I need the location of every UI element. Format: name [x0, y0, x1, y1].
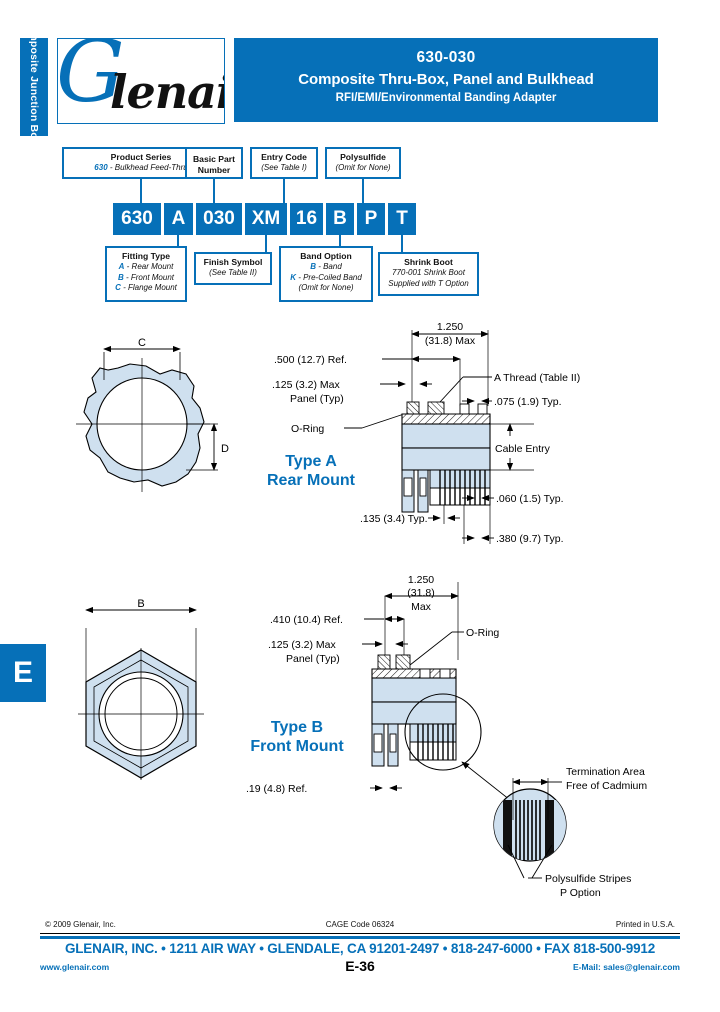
- dim-overall-b: 1.250: [408, 574, 434, 586]
- index-tab-letter: E: [12, 656, 33, 689]
- dim-termination-2: Free of Cadmium: [566, 780, 647, 792]
- footer-rule-thick: [40, 936, 680, 939]
- footer-printed: Printed in U.S.A.: [615, 920, 675, 929]
- dim-stripes-1: Polysulfide Stripes: [545, 873, 631, 885]
- footer-rule-thin: [40, 933, 680, 934]
- dim-b-label: B: [137, 598, 144, 610]
- type-b-label: Type B Front Mount: [232, 718, 362, 756]
- footer-email[interactable]: E-Mail: sales@glenair.com: [573, 962, 680, 972]
- footer-cage-code: CAGE Code 06324: [325, 920, 395, 929]
- dim-panel-b2: Panel (Typ): [286, 653, 340, 665]
- dim-panel-b: .125 (3.2) Max: [268, 639, 336, 651]
- index-tab-e: E: [0, 644, 46, 702]
- dim-termination-1: Termination Area: [566, 766, 645, 778]
- type-b-end-view: B: [78, 598, 204, 780]
- dim-stripes-2: P Option: [560, 887, 601, 899]
- type-b-label-line2: Front Mount: [250, 738, 344, 755]
- dim-oring-b: O-Ring: [466, 627, 499, 639]
- dim-overall-b2: (31.8): [407, 587, 434, 599]
- dim-overall-b3: Max: [411, 601, 432, 613]
- dim-ref-b: .410 (10.4) Ref.: [270, 614, 343, 626]
- footer-address: GLENAIR, INC. • 1211 AIR WAY • GLENDALE,…: [64, 941, 656, 956]
- type-b-label-line1: Type B: [270, 719, 324, 736]
- dim-19-b: .19 (4.8) Ref.: [246, 783, 307, 795]
- drawing-type-b: B 1.250 (31.8) Max .410 (10.4) Ref. .125…: [78, 574, 647, 899]
- datasheet-page: Composite Junction Boxes G lenair ® 630-…: [0, 0, 720, 1012]
